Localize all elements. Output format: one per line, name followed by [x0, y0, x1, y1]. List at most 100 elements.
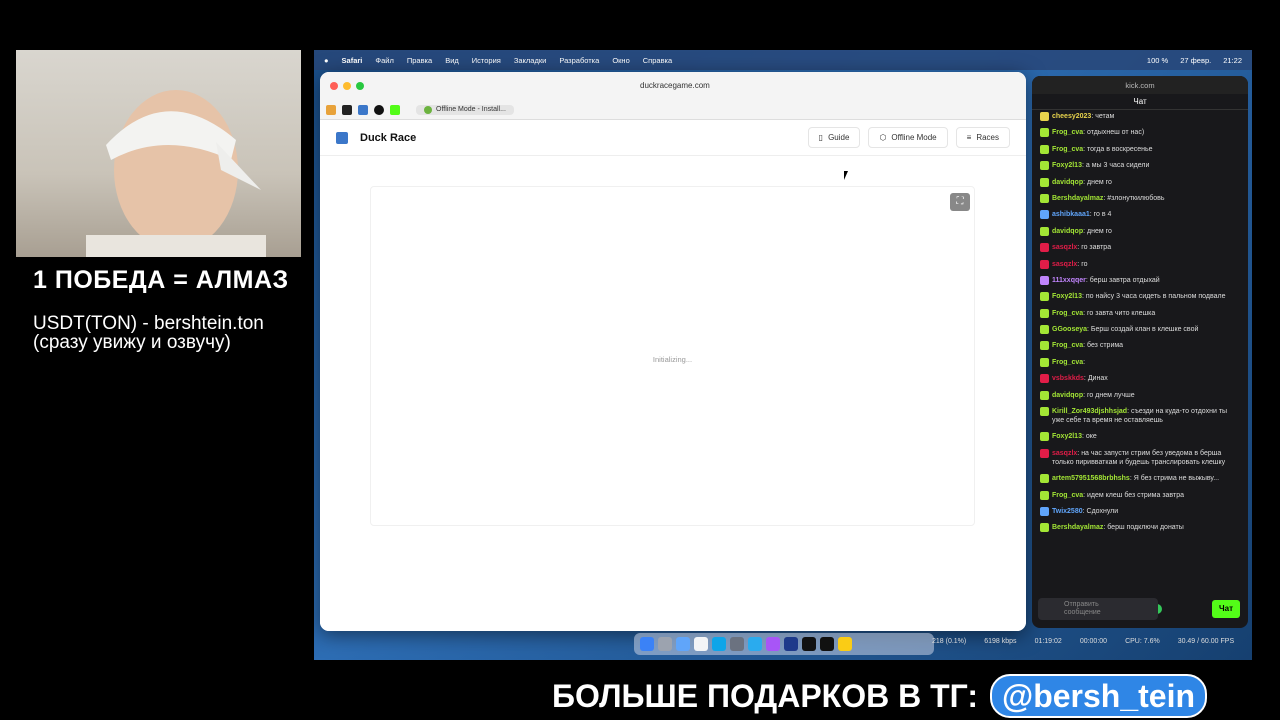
safari-window: duckracegame.com Offline Mode - Install.…: [320, 72, 1026, 631]
app-icon[interactable]: [802, 637, 816, 651]
message-body: Frog_cva: без стрима: [1052, 342, 1124, 350]
chat-text: Сдохнули: [1086, 507, 1119, 515]
chat-username[interactable]: cheesy2023: [1052, 113, 1091, 120]
address-bar[interactable]: duckracegame.com: [640, 81, 710, 90]
chat-message: ashibkaaa1: го в 4: [1040, 210, 1240, 220]
chat-text: тогда в воскресенье: [1087, 145, 1153, 153]
chat-username[interactable]: sasqzlx: [1052, 450, 1077, 457]
chat-message: Bershdayalmaz: берш подключи донаты: [1040, 523, 1240, 533]
menu-file[interactable]: Файл: [375, 56, 393, 65]
message-body: sasqzlx: на час запусти стрим без уведом…: [1052, 449, 1226, 466]
badge-icon: [1040, 474, 1049, 484]
duck-race-logo[interactable]: [336, 131, 348, 144]
battery-status[interactable]: 100 %: [1147, 56, 1168, 65]
favorite-icon[interactable]: [326, 104, 336, 115]
chat-username[interactable]: Foxy2l13: [1052, 293, 1082, 300]
badge-icon: [1040, 292, 1049, 302]
chat-username[interactable]: Foxy2l13: [1052, 162, 1082, 169]
chat-username[interactable]: sasqzlx: [1052, 261, 1077, 268]
menu-window[interactable]: Окно: [612, 56, 629, 65]
kick-favorite-icon[interactable]: [390, 104, 400, 115]
minimize-window-icon[interactable]: [343, 82, 351, 90]
site-nav: ▯ Guide ⬡ Offline Mode ≡ Races: [807, 127, 1010, 148]
chat-username[interactable]: artem57951568brbhshs: [1052, 475, 1130, 482]
app-icon[interactable]: [784, 637, 798, 651]
obs-icon[interactable]: [820, 637, 834, 651]
message-body: GGooseya: Берш создай клан в клешке свой: [1052, 326, 1199, 334]
chat-username[interactable]: Foxy2l13: [1052, 433, 1082, 440]
site-title[interactable]: Duck Race: [360, 132, 416, 144]
chat-username[interactable]: vsbskkds: [1052, 375, 1084, 382]
chat-text: Берш создай клан в клешке свой: [1090, 326, 1199, 334]
message-body: Foxy2l13: оке: [1052, 433, 1097, 441]
chat-input[interactable]: Отправить сообщение: [1038, 598, 1158, 620]
telegram-icon[interactable]: [748, 637, 762, 651]
bottom-banner: БОЛЬШЕ ПОДАРКОВ В ТГ: @bersh_tein: [552, 674, 1208, 718]
chat-username[interactable]: GGooseya: [1052, 326, 1087, 333]
chat-message: vsbskkds: Динах: [1040, 374, 1240, 384]
chat-username[interactable]: ashibkaaa1: [1052, 211, 1090, 218]
menu-view[interactable]: Вид: [445, 56, 459, 65]
menu-history[interactable]: История: [472, 56, 501, 65]
figma-icon[interactable]: [766, 637, 780, 651]
chat-list: cheesy2023: четам Frog_cva: отдыхнеш от н…: [1032, 110, 1248, 542]
close-window-icon[interactable]: [330, 82, 338, 90]
chat-text: оке: [1085, 433, 1097, 441]
apple-icon[interactable]: ●: [324, 56, 329, 65]
game-canvas[interactable]: ⛶ Initializing...: [370, 186, 975, 526]
badge-icon: [1040, 193, 1049, 203]
menu-develop[interactable]: Разработка: [559, 56, 599, 65]
chat-message: sasqzlx: го завтра: [1040, 243, 1240, 253]
menubar-date[interactable]: 27 февр.: [1180, 56, 1211, 65]
menu-bookmarks[interactable]: Закладки: [514, 56, 546, 65]
chat-username[interactable]: Kirill_Zor493djshhsjad: [1052, 408, 1127, 415]
safari-icon[interactable]: [676, 637, 690, 651]
races-button[interactable]: ≡ Races: [955, 127, 1010, 148]
chat-username[interactable]: Bershdayalmaz: [1052, 524, 1103, 531]
menu-safari[interactable]: Safari: [342, 56, 363, 65]
favorite-icon[interactable]: [358, 104, 368, 115]
chat-username[interactable]: Bershdayalmaz: [1052, 195, 1103, 202]
chat-username[interactable]: davidqop: [1052, 228, 1083, 235]
chat-text: #злонуткилюбовь: [1107, 194, 1165, 202]
chat-username[interactable]: Frog_cva: [1052, 146, 1083, 153]
chat-text: го завтра: [1081, 244, 1112, 252]
chat-message: artem57951568brbhshs: Я без стрима не вы…: [1040, 474, 1240, 484]
fullscreen-icon[interactable]: ⛶: [950, 193, 970, 211]
chat-message: GGooseya: Берш создай клан в клешке свой: [1040, 325, 1240, 335]
message-body: Frog_cva:: [1052, 358, 1086, 366]
message-body: sasqzlx: го завтра: [1052, 244, 1112, 252]
message-body: artem57951568brbhshs: Я без стрима не вы…: [1052, 475, 1220, 483]
web-page: Duck Race ▯ Guide ⬡ Offline Mode ≡ Races ⛶ …: [320, 120, 1026, 631]
notes-icon[interactable]: [694, 637, 708, 651]
settings-icon[interactable]: [730, 637, 744, 651]
chat-username[interactable]: Frog_cva: [1052, 310, 1083, 317]
chat-username[interactable]: davidqop: [1052, 392, 1083, 399]
chat-username[interactable]: Frog_cva: [1052, 359, 1083, 366]
launchpad-icon[interactable]: [658, 637, 672, 651]
chat-username[interactable]: sasqzlx: [1052, 244, 1077, 251]
chat-username[interactable]: 111xxqqer: [1052, 277, 1086, 284]
tab-offline-mode[interactable]: Offline Mode - Install...: [416, 104, 514, 115]
chat-username[interactable]: davidqop: [1052, 179, 1083, 186]
notes-app-icon[interactable]: [838, 637, 852, 651]
offline-mode-button[interactable]: ⬡ Offline Mode: [868, 127, 948, 148]
favorite-icon[interactable]: [342, 104, 352, 115]
chat-username[interactable]: Frog_cva: [1052, 342, 1083, 349]
finder-icon[interactable]: [640, 637, 654, 651]
chat-username[interactable]: Frog_cva: [1052, 492, 1083, 499]
menu-help[interactable]: Справка: [643, 56, 672, 65]
badge-icon: [1040, 177, 1049, 187]
kick-url[interactable]: kick.com: [1032, 76, 1248, 94]
message-body: davidqop: днем го: [1052, 227, 1112, 235]
zoom-window-icon[interactable]: [356, 82, 364, 90]
favorite-icon[interactable]: [374, 104, 384, 115]
menubar-time[interactable]: 21:22: [1223, 56, 1242, 65]
chat-username[interactable]: Frog_cva: [1052, 129, 1083, 136]
chat-message: davidqop: днем го: [1040, 177, 1240, 187]
guide-button[interactable]: ▯ Guide: [807, 127, 861, 148]
chat-username[interactable]: Twix2580: [1052, 508, 1083, 515]
chat-send-button[interactable]: Чат: [1212, 600, 1240, 618]
menu-edit[interactable]: Правка: [407, 56, 432, 65]
appstore-icon[interactable]: [712, 637, 726, 651]
